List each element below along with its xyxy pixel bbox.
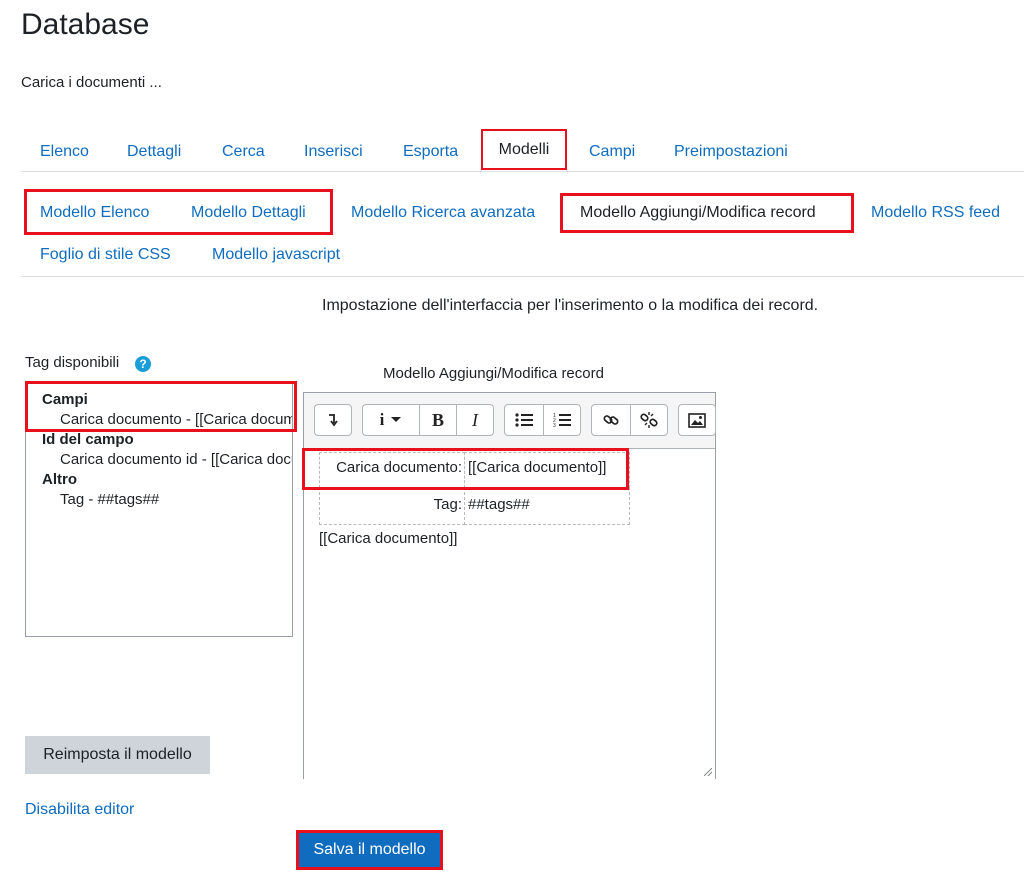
- tab-elenco[interactable]: Elenco: [40, 143, 89, 161]
- editor-label: Modello Aggiungi/Modifica record: [383, 365, 604, 382]
- unordered-list-icon[interactable]: [505, 405, 543, 435]
- editor-toolbar: i B I 123: [304, 393, 716, 447]
- tab-dettagli[interactable]: Dettagli: [127, 143, 181, 161]
- tab-modelli[interactable]: Modelli: [481, 129, 567, 170]
- toolbar-group-lists: 123: [504, 404, 581, 436]
- template-editor: i B I 123 Carica documento: [[Carica doc…: [303, 392, 716, 779]
- unlink-icon[interactable]: [630, 405, 667, 435]
- reset-template-button[interactable]: Reimposta il modello: [25, 736, 210, 774]
- italic-icon[interactable]: I: [456, 405, 493, 435]
- subtab-modello-rss-feed[interactable]: Modello RSS feed: [871, 204, 1000, 222]
- tab-cerca[interactable]: Cerca: [222, 143, 265, 161]
- save-template-button[interactable]: Salva il modello: [296, 830, 443, 870]
- template-description: Impostazione dell'interfaccia per l'inse…: [322, 297, 819, 314]
- tab-campi[interactable]: Campi: [589, 143, 635, 161]
- disable-editor-link[interactable]: Disabilita editor: [25, 801, 134, 819]
- available-tags-label: Tag disponibili: [25, 354, 120, 371]
- subtabs-divider: [21, 276, 1024, 277]
- subtab-modello-elenco[interactable]: Modello Elenco: [40, 204, 149, 222]
- tab-modelli-label: Modelli: [498, 140, 550, 158]
- tab-preimpostazioni[interactable]: Preimpostazioni: [674, 143, 788, 161]
- link-icon[interactable]: [592, 405, 630, 435]
- bold-icon[interactable]: B: [419, 405, 456, 435]
- tab-esporta[interactable]: Esporta: [403, 143, 458, 161]
- table-cell-label[interactable]: Tag:: [319, 487, 465, 525]
- image-icon[interactable]: [679, 405, 715, 435]
- table-cell-label[interactable]: Carica documento:: [319, 452, 465, 488]
- dropdown-icon: [391, 417, 402, 422]
- subtab-modello-ricerca-avanzata[interactable]: Modello Ricerca avanzata: [351, 204, 535, 222]
- page-title: Database: [21, 8, 150, 41]
- toolbar-group-collapse: [314, 404, 352, 436]
- editor-footer-text[interactable]: [[Carica documento]]: [319, 530, 457, 547]
- subtab-modello-dettagli[interactable]: Modello Dettagli: [191, 204, 306, 222]
- toolbar-group-links: [591, 404, 668, 436]
- tab-inserisci[interactable]: Inserisci: [304, 143, 363, 161]
- tag-item[interactable]: Carica documento - [[Carica documento]]: [60, 411, 292, 428]
- table-cell-value[interactable]: [[Carica documento]]: [464, 452, 630, 488]
- tag-item[interactable]: Tag - ##tags##: [60, 491, 159, 508]
- resize-handle-icon[interactable]: [704, 768, 712, 776]
- available-tags-list[interactable]: Campi Carica documento - [[Carica docume…: [25, 381, 293, 637]
- tag-group-heading: Id del campo: [42, 431, 134, 448]
- ordered-list-icon[interactable]: 123: [543, 405, 580, 435]
- editor-content-area[interactable]: Carica documento: [[Carica documento]] T…: [304, 448, 715, 779]
- subtab-foglio-di-stile-css[interactable]: Foglio di stile CSS: [40, 246, 171, 264]
- tag-group-heading: Campi: [42, 391, 88, 408]
- tabs-divider: [21, 171, 1024, 172]
- page-intro: Carica i documenti ...: [21, 74, 162, 91]
- table-cell-value[interactable]: ##tags##: [464, 487, 630, 525]
- toolbar-group-format: i B I: [362, 404, 494, 436]
- tag-group-heading: Altro: [42, 471, 77, 488]
- question-circle-icon[interactable]: ?: [135, 356, 151, 372]
- subtab-modello-aggiungi-modifica[interactable]: Modello Aggiungi/Modifica record: [580, 204, 816, 222]
- subtab-modello-javascript[interactable]: Modello javascript: [212, 246, 340, 264]
- tag-item[interactable]: Carica documento id - [[Carica documento…: [60, 451, 292, 468]
- toolbar-group-media: [678, 404, 716, 436]
- info-icon[interactable]: i: [363, 405, 419, 435]
- svg-text:3: 3: [553, 423, 556, 428]
- collapse-icon[interactable]: [315, 405, 351, 435]
